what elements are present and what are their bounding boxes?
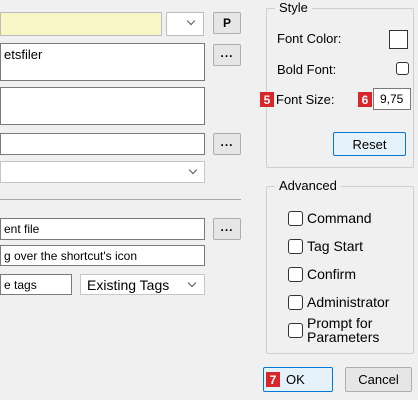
administrator-option[interactable]: Administrator [288,294,389,310]
command-checkbox[interactable] [288,210,303,226]
administrator-label: Administrator [307,294,390,310]
tag-start-option[interactable]: Tag Start [288,238,363,254]
bold-font-checkbox[interactable] [396,62,409,75]
browse-path-button[interactable]: ... [213,44,241,66]
command-option[interactable]: Command [288,210,372,226]
annotation-badge-6: 6 [358,92,372,107]
browse-document-button[interactable]: ... [213,218,241,240]
font-color-label: Font Color: [277,31,342,46]
icon-text-field[interactable] [0,12,162,36]
cancel-button[interactable]: Cancel [345,367,412,392]
chevron-down-icon [187,278,197,288]
annotation-badge-7: 7 [266,372,280,387]
shortcut-hint-field[interactable]: g over the shortcut's icon [0,245,205,266]
font-size-label: Font Size: [276,92,335,107]
prompt-parameters-option[interactable]: Prompt for Parameters [288,316,379,344]
tag-start-label: Tag Start [307,238,364,254]
prompt-parameters-checkbox[interactable] [288,322,303,338]
browse-dir-button[interactable]: ... [213,133,241,155]
working-dir-field[interactable] [0,133,205,155]
advanced-group-title: Advanced [275,178,341,193]
p-button[interactable]: P [213,12,241,34]
separator-line [0,199,241,200]
tag-start-checkbox[interactable] [288,238,303,254]
chevron-down-icon [188,165,198,175]
administrator-checkbox[interactable] [288,294,303,310]
font-size-field[interactable]: 9,75 [373,88,411,110]
tags-field[interactable]: e tags [0,274,72,295]
chevron-down-icon [186,16,196,26]
arguments-field[interactable] [0,87,205,125]
style-group-title: Style [275,0,312,15]
command-label: Command [307,210,372,226]
confirm-checkbox[interactable] [288,266,303,282]
document-field[interactable]: ent file [0,218,205,240]
confirm-label: Confirm [307,266,357,282]
bold-font-label: Bold Font: [277,62,337,77]
annotation-badge-5: 5 [260,92,274,107]
path-field[interactable]: etsfiler [0,43,205,81]
existing-tags-dropdown[interactable]: Existing Tags [80,274,205,295]
confirm-option[interactable]: Confirm [288,266,356,282]
prompt-parameters-label: Prompt for Parameters [307,315,380,345]
existing-tags-label: Existing Tags [87,277,170,293]
icon-dropdown[interactable] [166,12,204,36]
ok-label: OK [286,372,305,387]
reset-button[interactable]: Reset [333,132,406,156]
window-state-dropdown[interactable] [0,161,205,183]
ok-button[interactable]: 7 OK [263,367,333,392]
font-color-swatch[interactable] [389,30,408,49]
